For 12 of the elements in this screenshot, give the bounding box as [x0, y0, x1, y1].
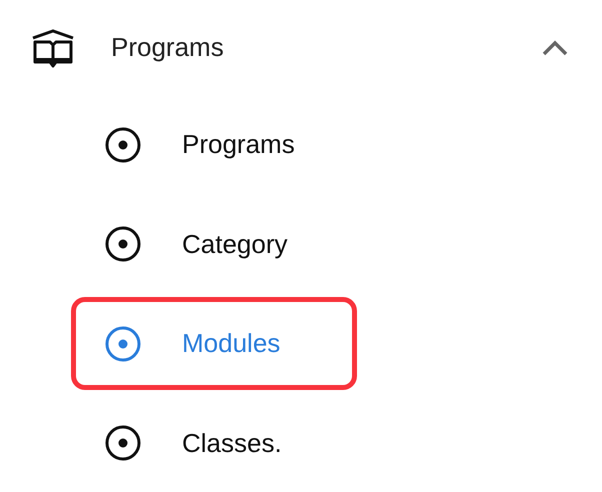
radio-dot-icon: [104, 424, 142, 462]
group-label: Programs: [111, 32, 225, 63]
chevron-icon: [541, 38, 569, 56]
book-icon: [30, 28, 76, 68]
radio-dot-icon: [104, 225, 142, 264]
menu-item[interactable]: Modules: [71, 297, 357, 390]
menu-item[interactable]: Classes.: [71, 396, 357, 490]
menu-item[interactable]: Category: [71, 198, 357, 291]
menu-item[interactable]: Programs: [71, 98, 357, 192]
radio-dot-icon: [104, 324, 142, 363]
menu-group-header[interactable]: Programs: [0, 0, 602, 95]
radio-dot-icon: [104, 126, 142, 164]
